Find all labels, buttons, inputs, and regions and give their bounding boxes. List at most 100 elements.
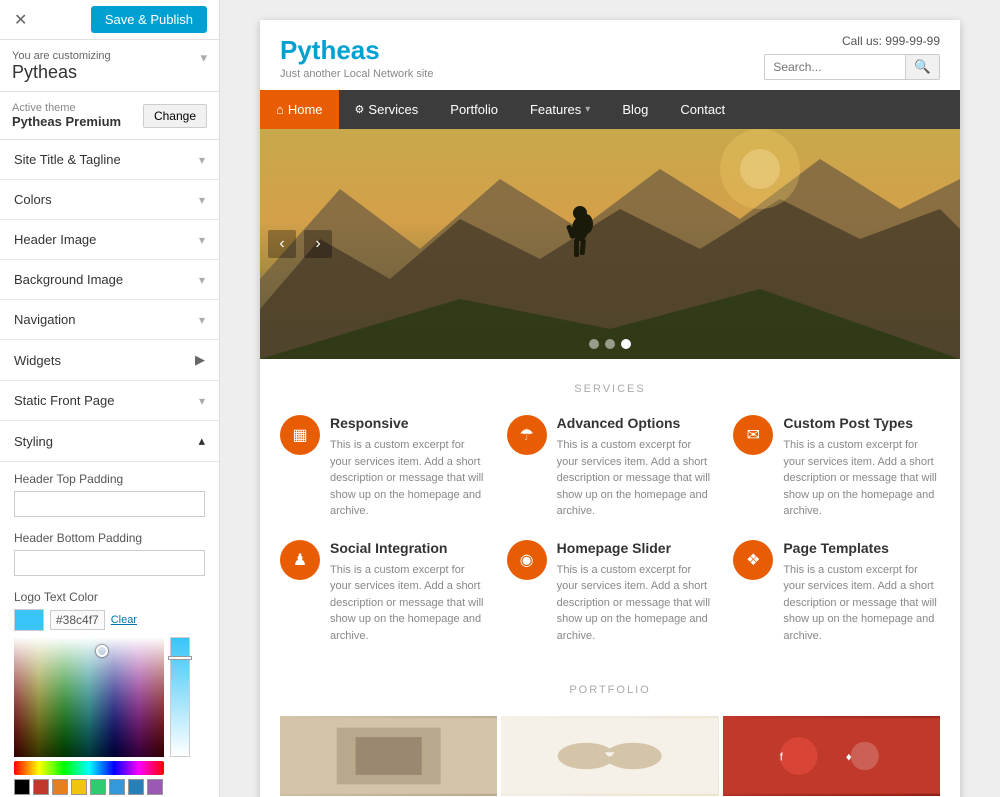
logo-text-color-label: Logo Text Color bbox=[14, 590, 205, 604]
chevron-down-icon: ▾ bbox=[199, 394, 205, 408]
slider-dot-1[interactable] bbox=[589, 339, 599, 349]
preset-green[interactable] bbox=[90, 779, 106, 795]
search-input[interactable] bbox=[765, 56, 905, 78]
header-bottom-padding-input[interactable] bbox=[14, 550, 205, 576]
nav-item-portfolio[interactable]: Portfolio bbox=[434, 90, 514, 129]
sidebar-item-static-front-page-label: Static Front Page bbox=[14, 393, 114, 408]
service-item-advanced: ☂ Advanced Options This is a custom exce… bbox=[507, 415, 714, 520]
search-button[interactable]: 🔍 bbox=[905, 55, 939, 79]
slider-next-button[interactable]: › bbox=[304, 230, 332, 258]
sidebar-topbar: ✕ Save & Publish bbox=[0, 0, 219, 40]
chevron-down-icon: ▾ bbox=[199, 193, 205, 207]
close-button[interactable]: ✕ bbox=[12, 8, 29, 32]
change-theme-button[interactable]: Change bbox=[143, 104, 207, 128]
slider-prev-button[interactable]: ‹ bbox=[268, 230, 296, 258]
service-icon-social: ♟ bbox=[280, 540, 320, 580]
service-title-homepage-slider: Homepage Slider bbox=[557, 540, 714, 556]
hero-section: ‹ › bbox=[260, 129, 960, 359]
preview-frame: Pytheas Just another Local Network site … bbox=[260, 20, 960, 797]
site-header: Pytheas Just another Local Network site … bbox=[260, 20, 960, 90]
sidebar-menu: Site Title & Tagline ▾ Colors ▾ Header I… bbox=[0, 140, 219, 421]
service-text-custom-post: Custom Post Types This is a custom excer… bbox=[783, 415, 940, 520]
service-desc-custom-post: This is a custom excerpt for your servic… bbox=[783, 437, 940, 520]
slider-dot-3[interactable] bbox=[621, 339, 631, 349]
chevron-down-icon: ▾ bbox=[199, 233, 205, 247]
sidebar-item-background-image[interactable]: Background Image ▾ bbox=[0, 260, 219, 300]
service-icon-homepage-slider: ◉ bbox=[507, 540, 547, 580]
sidebar: ✕ Save & Publish You are customizing Pyt… bbox=[0, 0, 220, 797]
call-text: Call us: 999-99-99 bbox=[842, 34, 940, 48]
service-desc-advanced: This is a custom excerpt for your servic… bbox=[557, 437, 714, 520]
sidebar-item-static-front-page[interactable]: Static Front Page ▾ bbox=[0, 381, 219, 421]
nav-item-blog[interactable]: Blog bbox=[606, 90, 664, 129]
service-item-social: ♟ Social Integration This is a custom ex… bbox=[280, 540, 487, 645]
preset-yellow[interactable] bbox=[71, 779, 87, 795]
sidebar-item-navigation[interactable]: Navigation ▾ bbox=[0, 300, 219, 340]
styling-header[interactable]: Styling ▴ bbox=[0, 421, 219, 462]
sidebar-customizing-header: You are customizing Pytheas ▾ bbox=[0, 40, 219, 92]
hero-background bbox=[260, 129, 960, 359]
site-header-right: Call us: 999-99-99 🔍 bbox=[764, 34, 940, 80]
sidebar-item-widgets[interactable]: Widgets ▶ bbox=[0, 340, 219, 381]
preset-blue[interactable] bbox=[109, 779, 125, 795]
header-bottom-padding-group: Header Bottom Padding bbox=[14, 531, 205, 576]
portfolio-item-3[interactable]: f ♦ bbox=[723, 716, 940, 796]
preset-purple[interactable] bbox=[147, 779, 163, 795]
svg-text:♦: ♦ bbox=[845, 752, 851, 764]
portfolio-item-1[interactable] bbox=[280, 716, 497, 796]
nav-item-services[interactable]: ⚙ Services bbox=[339, 90, 435, 129]
service-title-social: Social Integration bbox=[330, 540, 487, 556]
clear-color-button[interactable]: Clear bbox=[111, 614, 137, 626]
preset-darkblue[interactable] bbox=[128, 779, 144, 795]
nav-item-features[interactable]: Features ▾ bbox=[514, 90, 606, 129]
preset-colors bbox=[14, 779, 164, 795]
header-top-padding-input[interactable] bbox=[14, 491, 205, 517]
theme-section: Active theme Pytheas Premium Change bbox=[0, 92, 219, 140]
hue-slider[interactable] bbox=[14, 761, 164, 775]
publish-button[interactable]: Save & Publish bbox=[91, 6, 207, 33]
preset-black[interactable] bbox=[14, 779, 30, 795]
sidebar-item-colors[interactable]: Colors ▾ bbox=[0, 180, 219, 220]
color-picker[interactable] bbox=[14, 637, 205, 795]
service-item-homepage-slider: ◉ Homepage Slider This is a custom excer… bbox=[507, 540, 714, 645]
color-preview-row: #38c4f7 Clear bbox=[14, 609, 205, 631]
site-nav: ⌂ Home ⚙ Services Portfolio Features ▾ B… bbox=[260, 90, 960, 129]
opacity-slider[interactable] bbox=[170, 637, 190, 757]
site-tagline: Just another Local Network site bbox=[280, 68, 433, 80]
chevron-down-icon: ▾ bbox=[585, 104, 590, 115]
nav-blog-label: Blog bbox=[622, 102, 648, 117]
sidebar-item-header-image[interactable]: Header Image ▾ bbox=[0, 220, 219, 260]
slider-controls bbox=[589, 339, 631, 349]
preset-orange[interactable] bbox=[52, 779, 68, 795]
theme-label: Active theme bbox=[12, 102, 121, 114]
chevron-down-icon: ▾ bbox=[199, 313, 205, 327]
service-text-advanced: Advanced Options This is a custom excerp… bbox=[557, 415, 714, 520]
nav-item-contact[interactable]: Contact bbox=[664, 90, 741, 129]
site-title: Pytheas bbox=[280, 35, 433, 66]
service-title-page-templates: Page Templates bbox=[783, 540, 940, 556]
service-desc-social: This is a custom excerpt for your servic… bbox=[330, 562, 487, 645]
portfolio-grid: f ♦ bbox=[280, 716, 940, 797]
chevron-down-icon: ▾ bbox=[199, 273, 205, 287]
chevron-right-icon: ▶ bbox=[195, 352, 205, 368]
color-hex-value: #38c4f7 bbox=[50, 610, 105, 630]
customizing-label: You are customizing bbox=[12, 50, 111, 62]
service-item-custom-post: ✉ Custom Post Types This is a custom exc… bbox=[733, 415, 940, 520]
site-branding: Pytheas Just another Local Network site bbox=[280, 35, 433, 80]
slider-dot-2[interactable] bbox=[605, 339, 615, 349]
sidebar-item-colors-label: Colors bbox=[14, 192, 52, 207]
nav-services-label: Services bbox=[368, 102, 418, 117]
styling-section: Styling ▴ Header Top Padding Header Bott… bbox=[0, 421, 219, 797]
sidebar-item-navigation-label: Navigation bbox=[14, 312, 75, 327]
preset-red[interactable] bbox=[33, 779, 49, 795]
portfolio-section: PORTFOLIO bbox=[260, 668, 960, 797]
portfolio-item-2[interactable] bbox=[501, 716, 718, 796]
sidebar-item-site-title-label: Site Title & Tagline bbox=[14, 152, 121, 167]
color-spectrum[interactable] bbox=[14, 637, 164, 757]
service-icon-custom-post: ✉ bbox=[733, 415, 773, 455]
header-top-padding-group: Header Top Padding bbox=[14, 472, 205, 517]
sidebar-item-site-title[interactable]: Site Title & Tagline ▾ bbox=[0, 140, 219, 180]
nav-item-home[interactable]: ⌂ Home bbox=[260, 90, 339, 129]
current-color-swatch[interactable] bbox=[14, 609, 44, 631]
customizing-arrow: ▾ bbox=[200, 50, 207, 66]
